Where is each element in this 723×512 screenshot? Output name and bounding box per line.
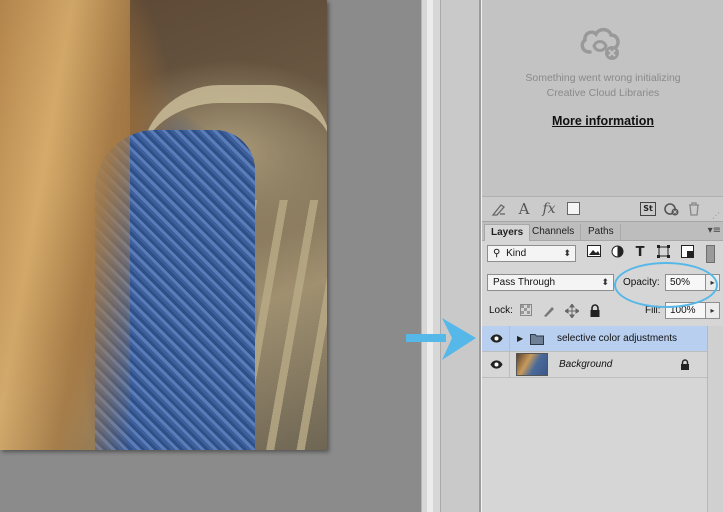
lock-position-icon[interactable] [563, 303, 580, 319]
layer-row-background[interactable]: Background [482, 352, 708, 378]
fill-label: Fill: [645, 305, 661, 316]
blend-mode-select[interactable]: Pass Through ⬍ [487, 274, 614, 291]
cloud-library-error-icon [580, 27, 620, 60]
adjustment-filter-icon[interactable] [609, 245, 625, 261]
collapsed-panel-dock [441, 0, 481, 512]
lock-fill-row: Lock: Fill: 100% ▸ [482, 302, 723, 322]
brush-icon[interactable] [491, 201, 507, 218]
filter-toggle-switch[interactable] [706, 245, 715, 263]
tab-layers[interactable]: Layers [484, 224, 531, 241]
folder-icon [530, 334, 544, 345]
lock-all-icon[interactable] [587, 304, 602, 319]
blend-opacity-row: Pass Through ⬍ Opacity: 50% ▸ [482, 274, 723, 294]
error-line-1: Something went wrong initializing [525, 72, 681, 84]
opacity-dropdown-button[interactable]: ▸ [706, 274, 720, 291]
eye-icon [490, 360, 503, 369]
expand-triangle-icon[interactable]: ▶ [517, 334, 523, 343]
layer-name[interactable]: Background [559, 359, 612, 370]
libraries-toolbar: A fx St ⋰ [482, 196, 723, 222]
search-icon: ⚲ [493, 248, 501, 259]
visibility-toggle[interactable] [482, 326, 510, 352]
lock-image-pixels-icon[interactable] [541, 304, 556, 319]
libraries-error-message: Something went wrong initializing Creati… [482, 71, 723, 101]
error-line-2: Creative Cloud Libraries [546, 87, 660, 99]
blend-mode-value: Pass Through [493, 277, 556, 288]
type-filter-icon[interactable]: T [632, 245, 648, 261]
shape-filter-icon[interactable] [655, 245, 671, 261]
panel-dock-divider[interactable] [421, 0, 441, 512]
tab-channels[interactable]: Channels [526, 224, 582, 241]
color-swatch-icon[interactable] [567, 202, 580, 215]
layers-panel-tabs: Layers Channels Paths ▾≡ [482, 222, 723, 241]
layer-thumbnail[interactable] [516, 353, 548, 376]
layer-filter-row: ⚲ Kind ⬍ T [482, 245, 723, 265]
tab-paths[interactable]: Paths [582, 224, 621, 241]
fill-dropdown-button[interactable]: ▸ [706, 302, 720, 319]
trash-icon[interactable] [687, 201, 701, 218]
opacity-label: Opacity: [623, 277, 660, 288]
sync-icon[interactable] [662, 201, 680, 218]
more-information-link[interactable]: More information [482, 114, 723, 128]
chevron-updown-icon: ⬍ [563, 248, 571, 258]
smart-object-filter-icon[interactable] [679, 245, 695, 261]
libraries-panel: Something went wrong initializing Creati… [482, 0, 723, 196]
visibility-toggle[interactable] [482, 352, 510, 378]
opacity-input[interactable]: 50% [665, 274, 706, 291]
chevron-updown-icon: ⬍ [601, 277, 609, 287]
right-panel: Something went wrong initializing Creati… [481, 0, 723, 512]
fill-input[interactable]: 100% [665, 302, 706, 319]
pixel-filter-icon[interactable] [586, 245, 602, 261]
lock-transparent-pixels-icon[interactable] [518, 304, 533, 319]
filter-kind-label: Kind [506, 248, 527, 259]
layer-name[interactable]: selective color adjustments [557, 333, 677, 344]
lock-label: Lock: [489, 305, 513, 316]
stock-icon[interactable]: St [640, 202, 656, 216]
panel-menu-icon[interactable]: ▾≡ [708, 225, 721, 236]
eye-icon [490, 334, 503, 343]
layers-list: ▶ selective color adjustments Background [482, 326, 723, 512]
layer-lock-icon [681, 359, 689, 370]
filter-kind-select[interactable]: ⚲ Kind ⬍ [487, 245, 576, 262]
text-style-icon[interactable]: A [517, 201, 531, 218]
document-canvas[interactable] [0, 0, 421, 512]
fx-icon[interactable]: fx [540, 201, 558, 218]
canvas-photo[interactable] [0, 0, 327, 450]
photo-hair [0, 0, 130, 450]
layers-scrollbar[interactable] [707, 326, 723, 512]
layer-row-group[interactable]: ▶ selective color adjustments [482, 326, 708, 352]
annotation-arrow-icon [406, 318, 476, 360]
